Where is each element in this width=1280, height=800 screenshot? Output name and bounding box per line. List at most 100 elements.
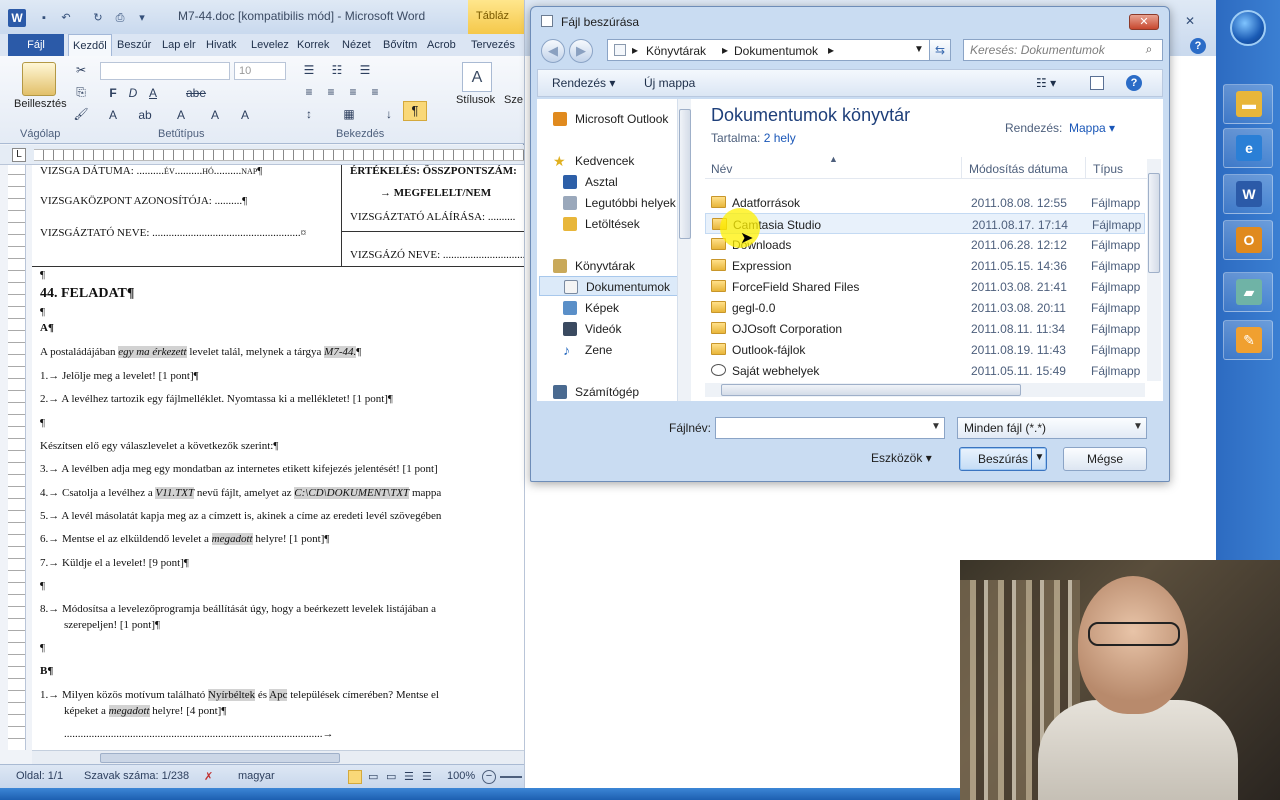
file-row[interactable]: Camtasia Studio 2011.08.17. 17:14 Fájlmapp — [705, 213, 1145, 234]
filename-input[interactable] — [715, 417, 945, 439]
library-locations-link[interactable]: 2 hely — [764, 131, 796, 145]
tab-page-layout[interactable]: Lap elr — [162, 34, 196, 56]
tab-references[interactable]: Hivatk — [206, 34, 237, 56]
numbering-icon[interactable]: ☷ — [328, 61, 346, 79]
nav-item-downloads[interactable]: Letöltések — [537, 214, 677, 234]
table-tools-context-tab[interactable]: Tábláz — [468, 0, 524, 34]
taskbar-outlook[interactable]: O — [1223, 220, 1273, 260]
filter-dropdown-icon[interactable]: ▼ — [1133, 421, 1145, 435]
tab-design[interactable]: Tervezés — [471, 34, 515, 56]
text-effects-icon[interactable]: A — [104, 106, 122, 124]
align-center-icon[interactable]: ≡ — [322, 83, 340, 101]
format-painter-icon[interactable]: 🖌 — [72, 105, 90, 123]
nav-item-computer[interactable]: Számítógép — [537, 382, 677, 401]
document-page[interactable]: VIZSGA DÁTUMA: ..........év..........hó.… — [32, 165, 524, 750]
file-row[interactable]: Expression 2011.05.15. 14:36 Fájlmapp — [705, 255, 1145, 276]
dialog-titlebar[interactable]: Fájl beszúrása ✕ — [531, 7, 1169, 35]
column-name[interactable]: Név — [711, 162, 732, 176]
file-row[interactable]: ForceField Shared Files 2011.03.08. 21:41… — [705, 276, 1145, 297]
navigation-scrollbar[interactable] — [677, 99, 691, 401]
outline-view-icon[interactable]: ☰ — [404, 770, 414, 783]
new-folder-button[interactable]: Új mappa — [644, 76, 695, 90]
web-layout-icon[interactable]: ▭ — [386, 770, 396, 783]
file-list-horizontal-scrollbar[interactable] — [705, 383, 1145, 397]
document-scroll-thumb[interactable] — [100, 753, 340, 763]
styles-gallery-icon[interactable]: A — [462, 62, 492, 92]
forward-button[interactable]: ▶ — [569, 39, 593, 63]
tab-selector-icon[interactable]: L — [12, 148, 26, 162]
full-screen-reading-icon[interactable]: ▭ — [368, 770, 378, 783]
save-icon[interactable]: ▪ — [36, 10, 52, 26]
quick-access-dropdown-icon[interactable]: ▾ — [134, 10, 150, 26]
taskbar-camtasia[interactable]: ✎ — [1223, 320, 1273, 360]
file-row[interactable]: Outlook-fájlok 2011.08.19. 11:43 Fájlmapp — [705, 339, 1145, 360]
undo-icon[interactable]: ↶ — [58, 10, 74, 26]
tab-view[interactable]: Nézet — [342, 34, 371, 56]
refresh-icon[interactable]: ⇆ — [929, 39, 951, 61]
nav-item-favorites[interactable]: ★ Kedvencek — [537, 151, 677, 171]
line-spacing-icon[interactable]: ↕ — [300, 105, 318, 123]
draft-view-icon[interactable]: ☰ — [422, 770, 432, 783]
background-help-icon[interactable]: ? — [1190, 38, 1206, 54]
nav-item-libraries[interactable]: Könyvtárak — [537, 256, 677, 276]
taskbar-explorer[interactable]: ▬ — [1223, 84, 1273, 124]
file-row[interactable]: Saját webhelyek 2011.05.11. 15:49 Fájlmapp — [705, 360, 1145, 381]
nav-item-desktop[interactable]: Asztal — [537, 172, 677, 192]
tab-mailings[interactable]: Levelez — [251, 34, 289, 56]
search-input[interactable]: Keresés: Dokumentumok — [963, 39, 1163, 61]
copy-icon[interactable]: ⎘ — [72, 83, 90, 101]
tab-home[interactable]: Kezdől — [68, 34, 112, 56]
organize-button[interactable]: Rendezés ▾ — [552, 76, 615, 90]
print-layout-view-icon[interactable] — [348, 770, 362, 784]
file-row[interactable]: Adatforrások 2011.08.08. 12:55 Fájlmapp — [705, 192, 1145, 213]
show-formatting-marks-button[interactable]: ¶ — [403, 101, 427, 121]
filename-dropdown-icon[interactable]: ▼ — [929, 421, 943, 435]
tab-acrobat[interactable]: Acrob — [427, 34, 456, 56]
italic-icon[interactable]: D — [124, 84, 142, 102]
file-row[interactable]: Downloads 2011.06.28. 12:12 Fájlmapp — [705, 234, 1145, 255]
nav-item-documents[interactable]: Dokumentumok — [539, 276, 679, 296]
bullets-icon[interactable]: ☰ — [300, 61, 318, 79]
word-app-icon[interactable]: W — [8, 9, 26, 27]
arrange-by-dropdown[interactable]: Mappa ▾ — [1069, 121, 1115, 135]
file-list-vertical-scrollbar[interactable] — [1147, 159, 1161, 381]
tab-add-ins[interactable]: Bővítm — [383, 34, 417, 56]
font-size-field[interactable]: 10 — [234, 62, 286, 80]
cancel-button[interactable]: Mégse — [1063, 447, 1147, 471]
file-row[interactable]: gegl-0.0 2011.03.08. 20:11 Fájlmapp — [705, 297, 1145, 318]
styles-editing-label[interactable]: Sze — [504, 94, 523, 106]
file-list-scroll-thumb[interactable] — [1148, 173, 1160, 273]
align-right-icon[interactable]: ≡ — [344, 83, 362, 101]
borders-icon[interactable]: ▦ — [340, 105, 358, 123]
tab-file[interactable]: Fájl — [8, 34, 64, 56]
word-count[interactable]: Szavak száma: 1/238 — [84, 770, 189, 782]
font-name-field[interactable] — [100, 62, 230, 80]
styles-button[interactable]: Stílusok — [456, 94, 495, 106]
cut-icon[interactable]: ✂ — [72, 61, 90, 79]
column-modified[interactable]: Módosítás dátuma — [969, 162, 1068, 176]
file-row[interactable]: OJOsoft Corporation 2011.08.11. 11:34 Fájl… — [705, 318, 1145, 339]
tools-button[interactable]: Eszközök ▾ — [871, 451, 932, 465]
nav-item-recent-places[interactable]: Legutóbbi helyek — [537, 193, 677, 213]
highlight-icon[interactable]: ab — [136, 106, 154, 124]
column-type[interactable]: Típus — [1093, 162, 1123, 176]
insert-dropdown-icon[interactable]: ▼ — [1031, 447, 1047, 471]
taskbar-word[interactable]: W — [1223, 174, 1273, 214]
zoom-slider[interactable] — [500, 776, 522, 778]
breadcrumb-documents[interactable]: Dokumentumok — [734, 44, 818, 58]
nav-item-music[interactable]: ♪ Zene — [537, 340, 677, 360]
breadcrumb-libraries[interactable]: Könyvtárak — [646, 44, 706, 58]
vertical-ruler[interactable] — [8, 165, 26, 750]
background-close-icon[interactable]: ✕ — [1182, 14, 1198, 30]
horizontal-ruler[interactable]: L — [0, 145, 524, 165]
redo-icon[interactable]: ↻ — [90, 10, 106, 26]
underline-icon[interactable]: A — [144, 84, 162, 102]
nav-item-outlook[interactable]: Microsoft Outlook — [537, 109, 677, 129]
preview-pane-icon[interactable] — [1090, 76, 1104, 90]
zoom-level[interactable]: 100% — [447, 770, 475, 782]
font-color-icon[interactable]: A — [172, 106, 190, 124]
print-preview-icon[interactable]: ⎙ — [112, 10, 128, 26]
grow-font-icon[interactable]: A — [206, 106, 224, 124]
paste-icon[interactable] — [22, 62, 56, 96]
nav-item-videos[interactable]: Videók — [537, 319, 677, 339]
